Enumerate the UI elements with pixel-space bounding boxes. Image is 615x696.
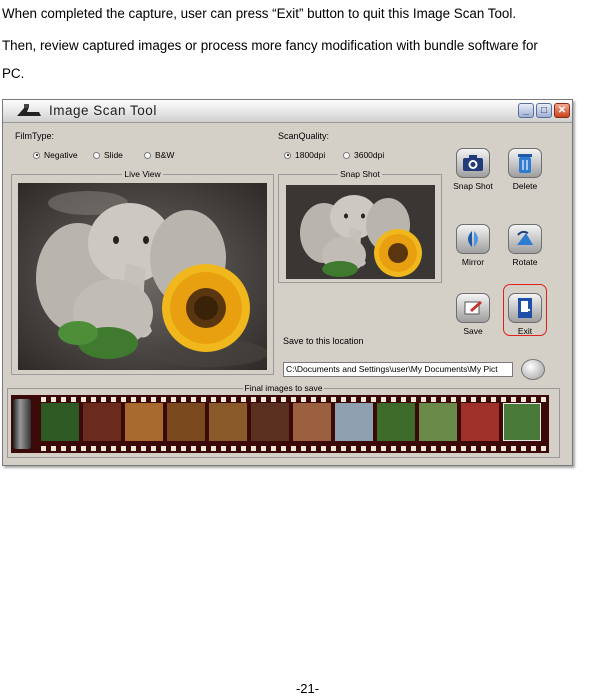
final-images-label: Final images to save (242, 383, 325, 393)
minimize-button[interactable]: _ (518, 103, 534, 118)
live-view-image (18, 183, 267, 370)
film-holes-top (41, 397, 551, 402)
snap-shot-panel: Snap Shot (278, 169, 442, 283)
exit-highlight-circle (503, 284, 547, 336)
close-button[interactable]: ✕ (554, 103, 570, 118)
rotate-button[interactable]: Rotate (497, 224, 553, 267)
filmtype-negative-radio[interactable]: Negative (33, 150, 78, 160)
thumbnail-7[interactable] (293, 403, 331, 441)
camera-icon (463, 155, 483, 171)
mirror-icon (468, 231, 478, 247)
thumbnail-6[interactable] (251, 403, 289, 441)
filmtype-label: FilmType: (15, 131, 55, 141)
thumbnail-2[interactable] (83, 403, 121, 441)
thumbnail-9[interactable] (377, 403, 415, 441)
trash-icon (518, 154, 532, 173)
snap-shot-button[interactable]: Snap Shot (445, 148, 501, 191)
film-holes-bottom (41, 446, 551, 451)
thumbnail-12-selected[interactable] (503, 403, 541, 441)
film-canister-icon (13, 399, 31, 449)
thumbnail-1[interactable] (41, 403, 79, 441)
thumbnail-8[interactable] (335, 403, 373, 441)
scanner-logo-icon (17, 104, 41, 116)
radio-dot-icon (33, 151, 40, 159)
rotate-icon (517, 230, 533, 245)
window-title: Image Scan Tool (49, 103, 157, 118)
thumbnail-10[interactable] (419, 403, 457, 441)
thumbnail-3[interactable] (125, 403, 163, 441)
save-icon (464, 301, 482, 315)
save-button[interactable]: Save (445, 293, 501, 336)
instruction-paragraph-line-1: When completed the capture, user can pre… (2, 6, 517, 21)
snap-shot-image (286, 185, 435, 279)
radio-dot-icon (144, 151, 151, 159)
live-view-panel: Live View (11, 169, 274, 375)
thumbnail-5[interactable] (209, 403, 247, 441)
live-view-label: Live View (122, 169, 163, 179)
mirror-button[interactable]: Mirror (445, 224, 501, 267)
snap-shot-label: Snap Shot (338, 169, 382, 179)
filmtype-slide-radio[interactable]: Slide (93, 150, 123, 160)
radio-dot-icon (93, 151, 100, 159)
thumbnail-4[interactable] (167, 403, 205, 441)
instruction-paragraph-line-3: PC. (2, 66, 25, 81)
scan-quality-label: ScanQuality: (278, 131, 330, 141)
browse-folder-button[interactable] (521, 359, 545, 380)
quality-3600dpi-radio[interactable]: 3600dpi (343, 150, 384, 160)
filmtype-bw-radio[interactable]: B&W (144, 150, 174, 160)
delete-button[interactable]: Delete (497, 148, 553, 191)
save-path-field[interactable]: C:\Documents and Settings\user\My Docume… (283, 362, 513, 377)
save-location-label: Save to this location (283, 336, 364, 346)
radio-dot-icon (343, 151, 350, 159)
film-strip[interactable] (11, 395, 551, 453)
quality-1800dpi-radio[interactable]: 1800dpi (284, 150, 325, 160)
radio-dot-icon (284, 151, 291, 159)
title-bar[interactable]: Image Scan Tool _ □ ✕ (3, 100, 572, 123)
image-scan-tool-window: Image Scan Tool _ □ ✕ FilmType: Negative… (2, 99, 573, 466)
instruction-paragraph-line-2: Then, review captured images or process … (2, 38, 538, 53)
maximize-button[interactable]: □ (536, 103, 552, 118)
thumbnail-11[interactable] (461, 403, 499, 441)
